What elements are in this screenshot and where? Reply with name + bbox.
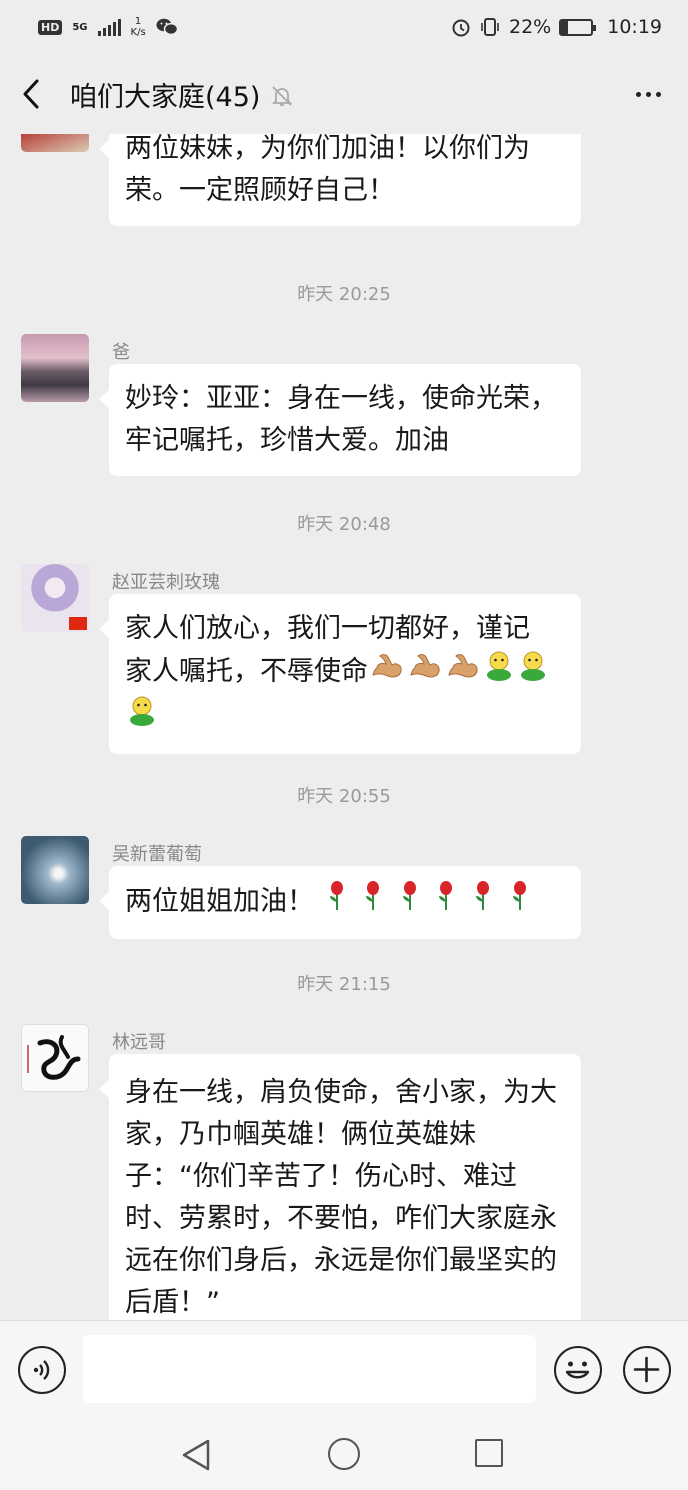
alarm-icon: [452, 19, 470, 37]
battery-percent: 22%: [509, 16, 552, 38]
sender-name: 爸: [112, 342, 130, 363]
avatar[interactable]: [21, 134, 89, 152]
back-button[interactable]: [0, 54, 62, 134]
status-bar: HD 5G 1 K/s 22% 10:19: [0, 0, 688, 54]
input-bar: [0, 1320, 688, 1416]
muscle-emoji-icon: [408, 651, 442, 694]
emoji-button[interactable]: [554, 1346, 602, 1394]
timestamp: 昨天 20:55: [297, 786, 391, 807]
rose-emoji-icon: [398, 880, 422, 925]
message-input[interactable]: [83, 1335, 536, 1403]
network-speed: 1 K/s: [131, 16, 146, 38]
square-recent-icon[interactable]: [475, 1439, 503, 1467]
bell-off-icon: [272, 86, 293, 106]
clock: 10:19: [607, 16, 662, 38]
avatar[interactable]: [21, 1024, 89, 1092]
message-bubble[interactable]: 妙玲：亚亚：身在一线，使命光荣，牢记嘱托，珍惜大爱。加油: [99, 364, 581, 476]
sender-name: 林远哥: [112, 1032, 166, 1053]
chevron-left-icon: [23, 79, 39, 109]
network-type: 5G: [72, 21, 88, 33]
message-bubble[interactable]: 身在一线，肩负使命，舍小家，为大家，乃巾帼英雄！俩位英雄妹子：“你们辛苦了！伤心…: [99, 1054, 581, 1320]
signal-icon: [97, 18, 121, 36]
wechat-icon: [156, 18, 178, 36]
sender-name: 赵亚芸刺玫瑰: [112, 572, 220, 593]
message-bubble[interactable]: 两位姐姐加油！: [99, 866, 581, 939]
flag-badge-icon: [69, 617, 87, 630]
speed-value: 1: [134, 16, 142, 27]
rose-emoji-icon: [361, 880, 385, 925]
rose-emoji-icon: [471, 880, 495, 925]
message-text: 两位姐姐加油！: [125, 886, 314, 917]
plus-icon: [633, 1356, 660, 1383]
message-text: 家人嘱托，不辱使命: [125, 656, 368, 687]
avatar[interactable]: [21, 334, 89, 402]
chat-message-list[interactable]: 两位妹妹，为你们加油！以你们为荣。一定照顾好自己！ 昨天 20:25 爸 妙玲：…: [0, 134, 688, 1320]
ellipsis-icon: [635, 91, 641, 97]
timestamp: 昨天 21:15: [297, 974, 391, 995]
more-button[interactable]: [608, 54, 688, 134]
avatar[interactable]: [21, 564, 89, 632]
rose-emoji-icon: [508, 880, 532, 925]
voice-button[interactable]: [18, 1346, 66, 1394]
circle-home-icon[interactable]: [328, 1438, 360, 1470]
muscle-emoji-icon: [370, 651, 404, 694]
message-bubble[interactable]: 家人们放心，我们一切都好，谨记 家人嘱托，不辱使命: [99, 594, 581, 754]
strong-emoji-icon: [518, 650, 548, 695]
system-nav-bar: [0, 1416, 688, 1490]
avatar[interactable]: [21, 836, 89, 904]
timestamp: 昨天 20:25: [297, 284, 391, 305]
message-bubble[interactable]: 两位妹妹，为你们加油！以你们为荣。一定照顾好自己！: [99, 134, 581, 226]
timestamp: 昨天 20:48: [297, 514, 391, 535]
rose-emoji-icon: [434, 880, 458, 925]
message-text: 家人们放心，我们一切都好，谨记: [125, 613, 530, 644]
battery-icon: [559, 18, 597, 36]
chat-header: 咱们大家庭(45): [0, 54, 688, 134]
vibrate-icon: [481, 18, 499, 36]
hd-badge: HD: [38, 19, 63, 35]
strong-emoji-icon: [127, 695, 157, 740]
chat-title: 咱们大家庭(45): [70, 81, 261, 113]
strong-emoji-icon: [484, 650, 514, 695]
sender-name: 吴新蕾葡萄: [112, 844, 202, 865]
voice-icon: [33, 1360, 50, 1380]
calligraphy-avatar-icon: [27, 1035, 81, 1080]
triangle-back-icon[interactable]: [180, 1438, 212, 1472]
smiley-icon: [565, 1361, 590, 1379]
rose-emoji-icon: [325, 880, 349, 925]
speed-unit: K/s: [130, 27, 146, 38]
muscle-emoji-icon: [446, 651, 480, 694]
plus-button[interactable]: [623, 1346, 671, 1394]
